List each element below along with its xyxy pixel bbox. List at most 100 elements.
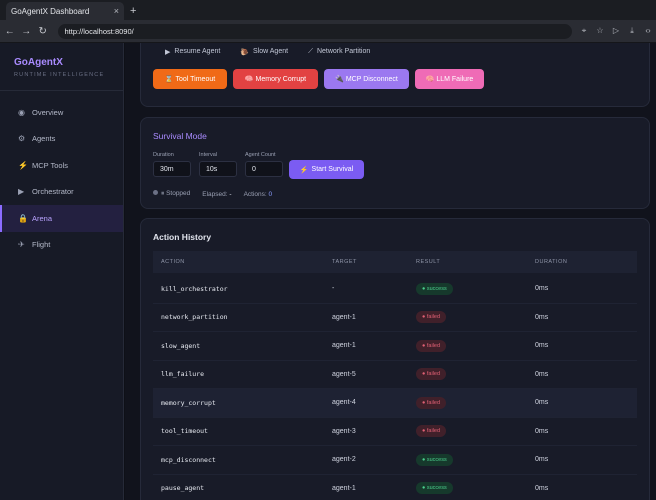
action-cell: mcp_disconnect <box>153 456 332 464</box>
resume-agent-button[interactable]: ▶ Resume Agent <box>165 48 220 56</box>
duration-cell: 0ms <box>535 313 549 321</box>
status-badge: ● failed <box>416 368 447 381</box>
pause-icon: ⏸ <box>161 190 165 197</box>
status-badge: ● failed <box>416 396 447 409</box>
target-cell: agent-4 <box>332 399 356 407</box>
table-row: kill_orchestrator - ● success 0ms <box>153 275 637 304</box>
play-icon[interactable]: ▷ <box>608 26 624 36</box>
actions-value: 0 <box>268 190 273 198</box>
survival-mode-title: Survival Mode <box>153 131 207 141</box>
browser-tab[interactable]: GoAgentX Dashboard × <box>6 2 124 20</box>
sidebar-item-label: Flight <box>32 240 51 250</box>
target-cell: agent-1 <box>332 342 356 350</box>
target-cell: agent-1 <box>332 313 356 321</box>
gear-icon: ⚙ <box>18 134 26 144</box>
sidebar-item-mcp-tools[interactable]: ⚡ MCP Tools <box>0 152 123 179</box>
action-name: pause_agent <box>161 484 205 493</box>
status-badge: ● failed <box>416 425 447 438</box>
status-badge: ● failed <box>416 339 447 352</box>
llm-failure-button[interactable]: 🧠 LLM Failure <box>415 69 484 89</box>
duration-cell: 0ms <box>535 456 549 464</box>
snail-icon: 🐌 <box>240 49 250 56</box>
action-history-card: Action History ACTION TARGET RESULT DURA… <box>140 218 650 500</box>
mcp-disconnect-button[interactable]: 🔌 MCP Disconnect <box>324 69 409 89</box>
play-icon: ▶ <box>165 49 171 56</box>
duration-cell: 0ms <box>535 427 549 435</box>
status-badge-text: failed <box>426 314 441 321</box>
slash-icon: ⟋ <box>308 48 313 55</box>
sidebar-item-overview[interactable]: ◉ Overview <box>0 99 123 126</box>
agent-count-input[interactable]: 0 <box>245 161 283 177</box>
table-row: memory_corrupt agent-4 ● failed 0ms <box>153 389 637 418</box>
survival-mode-card: Survival Mode Duration 30m Interval 10s … <box>140 117 650 209</box>
brand-logo[interactable]: GoAgentX <box>0 43 123 68</box>
tab-title: GoAgentX Dashboard <box>11 6 90 16</box>
reload-icon[interactable]: ↻ <box>36 26 50 37</box>
plane-icon: ✈ <box>18 240 25 250</box>
result-cell: ● failed <box>416 368 535 381</box>
sidebar-item-label: Arena <box>32 213 53 223</box>
table-row: mcp_disconnect agent-2 ● success 0ms <box>153 446 637 475</box>
agent-count-label: Agent Count <box>245 152 276 158</box>
slow-agent-button[interactable]: 🐌 Slow Agent <box>240 48 288 56</box>
action-name: mcp_disconnect <box>161 455 216 464</box>
url-bar[interactable]: http://localhost:8090/ <box>57 23 572 39</box>
result-cell: ● success <box>416 482 535 495</box>
action-cell: kill_orchestrator <box>153 285 332 293</box>
agent-actions-row: ▶ Resume Agent 🐌 Slow Agent ⟋ Network Pa… <box>165 48 370 56</box>
new-tab-button[interactable]: + <box>130 2 136 20</box>
start-survival-label: Start Survival <box>311 166 354 173</box>
result-cell: ● failed <box>416 311 535 324</box>
back-icon[interactable]: ← <box>3 26 17 37</box>
column-header-action: ACTION <box>161 259 185 265</box>
download-icon[interactable]: ⤓ <box>624 26 640 36</box>
start-survival-button[interactable]: ⚡ Start Survival <box>289 160 364 179</box>
action-name: memory_corrupt <box>161 398 216 407</box>
browser-tab-bar: GoAgentX Dashboard × + <box>0 0 656 20</box>
devtools-icon[interactable]: ‹› <box>640 26 656 36</box>
status-badge: ● success <box>416 453 453 466</box>
target-cell: agent-1 <box>332 484 356 492</box>
forward-icon[interactable]: → <box>20 26 34 37</box>
sidebar-item-arena[interactable]: 🔒 Arena <box>0 205 123 232</box>
action-cell: tool_timeout <box>153 427 332 435</box>
duration-cell: 0ms <box>535 399 549 407</box>
brain-icon: 🧠 <box>425 76 435 83</box>
interval-input[interactable]: 10s <box>199 161 237 177</box>
actions-label: Actions: <box>243 190 267 198</box>
sidebar-item-label: Orchestrator <box>32 187 74 197</box>
resume-agent-label: Resume Agent <box>174 48 221 55</box>
result-cell: ● failed <box>416 396 535 409</box>
target-cell: - <box>332 285 335 293</box>
memory-corrupt-button[interactable]: 🧠 Memory Corrupt <box>233 69 318 89</box>
actions-readout: Actions: 0 <box>244 191 273 198</box>
sidebar-item-orchestrator[interactable]: ▶ Orchestrator <box>0 179 123 206</box>
lightning-icon: ⚡ <box>18 160 28 170</box>
cursor-icon[interactable]: ⌖ <box>576 26 592 36</box>
status-badge-text: failed <box>426 428 441 435</box>
status-dot <box>153 190 158 195</box>
bookmark-icon[interactable]: ☆ <box>592 26 608 36</box>
column-header-result: RESULT <box>416 259 441 265</box>
action-name: kill_orchestrator <box>161 284 228 293</box>
sidebar-item-label: MCP Tools <box>32 160 68 170</box>
action-cell: memory_corrupt <box>153 399 332 407</box>
status-badge: ● success <box>416 482 453 495</box>
sidebar-item-agents[interactable]: ⚙ Agents <box>0 126 123 153</box>
duration-input[interactable]: 30m <box>153 161 191 177</box>
close-tab-icon[interactable]: × <box>114 6 119 16</box>
result-cell: ● success <box>416 282 535 295</box>
sidebar-nav: ◉ Overview ⚙ Agents ⚡ MCP Tools ▶ Orches… <box>0 99 123 258</box>
table-row: tool_timeout agent-3 ● failed 0ms <box>153 418 637 446</box>
memory-corrupt-label: Memory Corrupt <box>255 75 307 83</box>
result-cell: ● failed <box>416 339 535 352</box>
status-badge: ● success <box>416 282 453 295</box>
chaos-actions-card: ▶ Resume Agent 🐌 Slow Agent ⟋ Network Pa… <box>140 43 650 107</box>
action-name: slow_agent <box>161 341 201 350</box>
action-name: network_partition <box>161 313 228 322</box>
sidebar-item-flight[interactable]: ✈ Flight <box>0 232 123 259</box>
sidebar-divider <box>0 90 123 91</box>
network-partition-button[interactable]: ⟋ Network Partition <box>308 48 370 56</box>
tool-timeout-button[interactable]: ⌛ Tool Timeout <box>153 69 227 89</box>
status-badge-text: success <box>426 485 447 492</box>
